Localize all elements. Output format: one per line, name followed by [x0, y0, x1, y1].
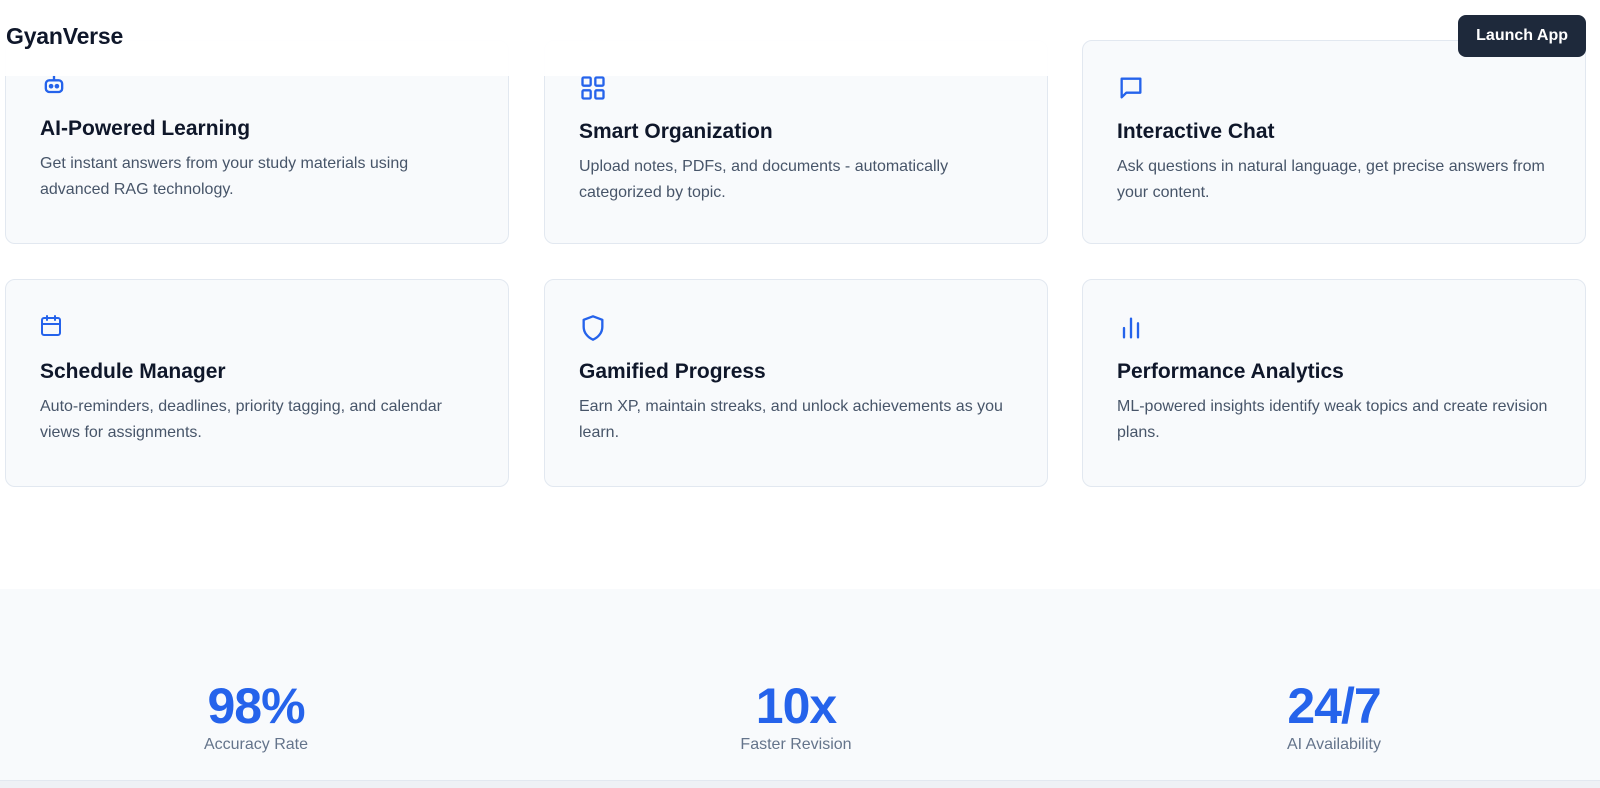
feature-title: Smart Organization [579, 120, 773, 143]
chat-icon [1117, 74, 1145, 102]
stat-value: 98% [207, 678, 305, 734]
shield-icon [579, 314, 607, 342]
feature-card-performance-analytics: Performance Analytics ML-powered insight… [1082, 279, 1586, 487]
brand-logo[interactable]: GyanVerse [6, 23, 123, 50]
stat-label: Accuracy Rate [203, 736, 309, 753]
feature-title: AI-Powered Learning [40, 117, 251, 140]
bar-chart-icon [1117, 314, 1145, 342]
stat-label: Faster Revision [740, 736, 852, 753]
feature-title: Interactive Chat [1117, 120, 1275, 143]
stat-accuracy: 98% Accuracy Rate [106, 678, 406, 754]
stat-revision: 10x Faster Revision [646, 678, 946, 754]
calendar-icon [40, 314, 68, 342]
feature-card-schedule-manager: Schedule Manager Auto-reminders, deadlin… [5, 279, 509, 487]
feature-description: ML-powered insights identify weak topics… [1117, 398, 1548, 441]
feature-description: Auto-reminders, deadlines, priority tagg… [40, 398, 443, 441]
feature-description: Upload notes, PDFs, and documents - auto… [579, 158, 949, 201]
grid-icon [579, 74, 607, 102]
page-bottom-edge [0, 780, 1600, 788]
feature-title: Schedule Manager [40, 360, 226, 383]
stats-section: 98% Accuracy Rate 10x Faster Revision 24… [0, 589, 1600, 788]
stat-value: 24/7 [1287, 678, 1381, 734]
stat-value: 10x [755, 678, 837, 734]
feature-description: Get instant answers from your study mate… [40, 155, 409, 198]
feature-description: Ask questions in natural language, get p… [1117, 158, 1545, 201]
stat-availability: 24/7 AI Availability [1184, 678, 1484, 754]
feature-title: Performance Analytics [1117, 360, 1344, 383]
launch-app-button[interactable]: Launch App [1458, 15, 1586, 57]
stat-label: AI Availability [1287, 736, 1381, 753]
feature-title: Gamified Progress [579, 360, 766, 383]
top-navbar: GyanVerse Launch App [0, 0, 1600, 76]
feature-card-gamified-progress: Gamified Progress Earn XP, maintain stre… [544, 279, 1048, 487]
feature-description: Earn XP, maintain streaks, and unlock ac… [579, 398, 1003, 441]
